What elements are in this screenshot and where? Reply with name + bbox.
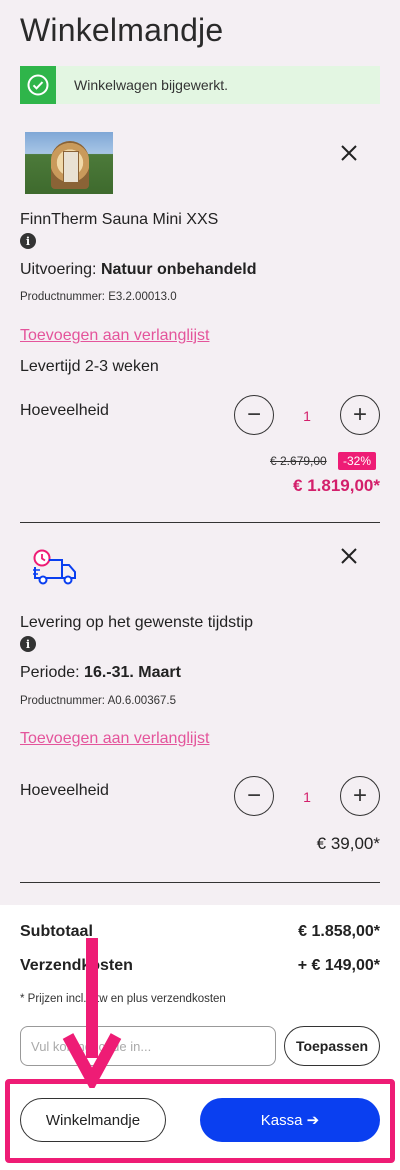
close-icon — [341, 548, 357, 564]
item-divider — [20, 882, 380, 883]
product-name[interactable]: FinnTherm Sauna Mini XXS — [20, 211, 218, 229]
remove-item-button[interactable] — [338, 545, 360, 567]
product-variant: Uitvoering: Natuur onbehandeld — [20, 261, 257, 278]
close-icon — [341, 145, 357, 161]
cart-item-delivery: Levering op het gewenste tijdstip i Peri… — [20, 540, 380, 860]
delivery-truck-clock-icon — [32, 548, 80, 588]
cart-item-sauna: FinnTherm Sauna Mini XXS i Uitvoering: N… — [20, 132, 380, 512]
item-price: € 39,00* — [316, 834, 380, 853]
toast-message: Winkelwagen bijgewerkt. — [74, 77, 229, 93]
product-image[interactable] — [25, 132, 113, 194]
check-circle-icon — [20, 66, 56, 104]
success-toast: Winkelwagen bijgewerkt. — [20, 66, 380, 104]
product-number: Productnummer: A0.6.00367.5 — [20, 695, 176, 707]
shipping-label: Verzendkosten — [20, 957, 133, 974]
delivery-time: Levertijd 2-3 weken — [20, 358, 159, 375]
sale-price: € 1.819,00* — [293, 476, 380, 495]
add-to-wishlist-link[interactable]: Toevoegen aan verlanglijst — [20, 730, 209, 748]
product-number: Productnummer: E3.2.00013.0 — [20, 291, 177, 303]
page-title: Winkelmandje — [20, 12, 224, 48]
remove-item-button[interactable] — [338, 142, 360, 164]
cart-button[interactable]: Winkelmandje — [20, 1098, 166, 1142]
increase-quantity-button[interactable]: + — [340, 776, 380, 816]
quantity-label: Hoeveelheid — [20, 782, 109, 799]
decrease-quantity-button[interactable]: − — [234, 776, 274, 816]
apply-coupon-button[interactable]: Toepassen — [284, 1026, 380, 1066]
subtotal-value: € 1.858,00* — [298, 923, 380, 940]
subtotal-label: Subtotaal — [20, 923, 93, 940]
discount-badge: -32% — [338, 452, 377, 470]
item-divider — [20, 522, 380, 523]
product-variant: Periode: 16.-31. Maart — [20, 664, 181, 681]
coupon-input[interactable] — [20, 1026, 276, 1066]
product-name[interactable]: Levering op het gewenste tijdstip — [20, 614, 253, 632]
info-icon[interactable]: i — [20, 636, 36, 652]
quantity-value[interactable]: 1 — [292, 408, 322, 424]
price-note: * Prijzen incl. btw en plus verzendkoste… — [20, 993, 226, 1005]
info-icon[interactable]: i — [20, 233, 36, 249]
quantity-label: Hoeveelheid — [20, 402, 109, 419]
add-to-wishlist-link[interactable]: Toevoegen aan verlanglijst — [20, 327, 209, 345]
quantity-value[interactable]: 1 — [292, 789, 322, 805]
decrease-quantity-button[interactable]: − — [234, 395, 274, 435]
increase-quantity-button[interactable]: + — [340, 395, 380, 435]
original-price: € 2.679,00 — [270, 454, 327, 468]
checkout-button[interactable]: Kassa ➔ — [200, 1098, 380, 1142]
shipping-value: + € 149,00* — [297, 957, 380, 974]
